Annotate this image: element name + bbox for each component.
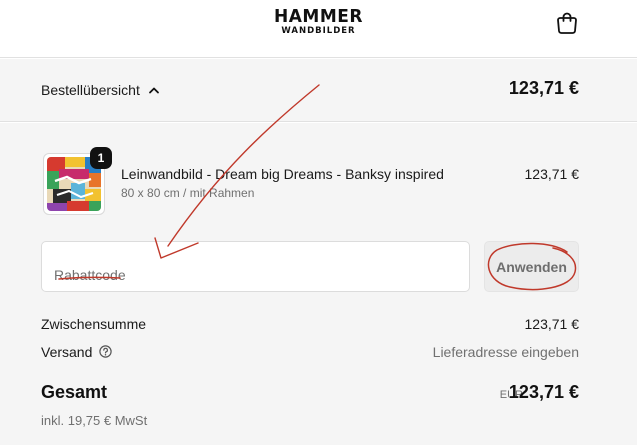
question-circle-icon[interactable] (99, 345, 112, 358)
quantity-badge: 1 (90, 147, 112, 169)
order-summary-toggle[interactable]: Bestellübersicht 123,71 € (0, 59, 637, 122)
shipping-value: Lieferadresse eingeben (432, 344, 579, 360)
discount-code-input[interactable] (41, 241, 470, 292)
logo-main-text: HAMMER (274, 6, 363, 28)
product-title: Leinwandbild - Dream big Dreams - Banksy… (121, 166, 444, 182)
apply-discount-button[interactable]: Anwenden (484, 241, 579, 292)
shopping-bag-icon[interactable] (556, 11, 578, 35)
subtotal-label: Zwischensumme (41, 316, 147, 332)
product-price: 123,71 € (524, 166, 580, 182)
shipping-label: Versand (41, 344, 93, 360)
total-label: Gesamt (41, 382, 108, 402)
total-value: 123,71 € (508, 382, 579, 402)
site-header: HAMMER WANDBILDER (0, 0, 637, 58)
subtotal-value: 123,71 € (524, 316, 580, 332)
order-summary-total: 123,71 € (508, 78, 579, 98)
order-summary-label[interactable]: Bestellübersicht (41, 82, 140, 98)
brand-logo[interactable]: HAMMER WANDBILDER (0, 6, 637, 36)
tax-note: inkl. 19,75 € MwSt (41, 413, 148, 428)
order-summary-panel: 1 Leinwandbild - Dream big Dreams - Bank… (0, 123, 637, 445)
product-variant: 80 x 80 cm / mit Rahmen (121, 186, 255, 200)
logo-sub-text: WANDBILDER (281, 26, 356, 36)
chevron-up-icon[interactable] (148, 86, 160, 94)
